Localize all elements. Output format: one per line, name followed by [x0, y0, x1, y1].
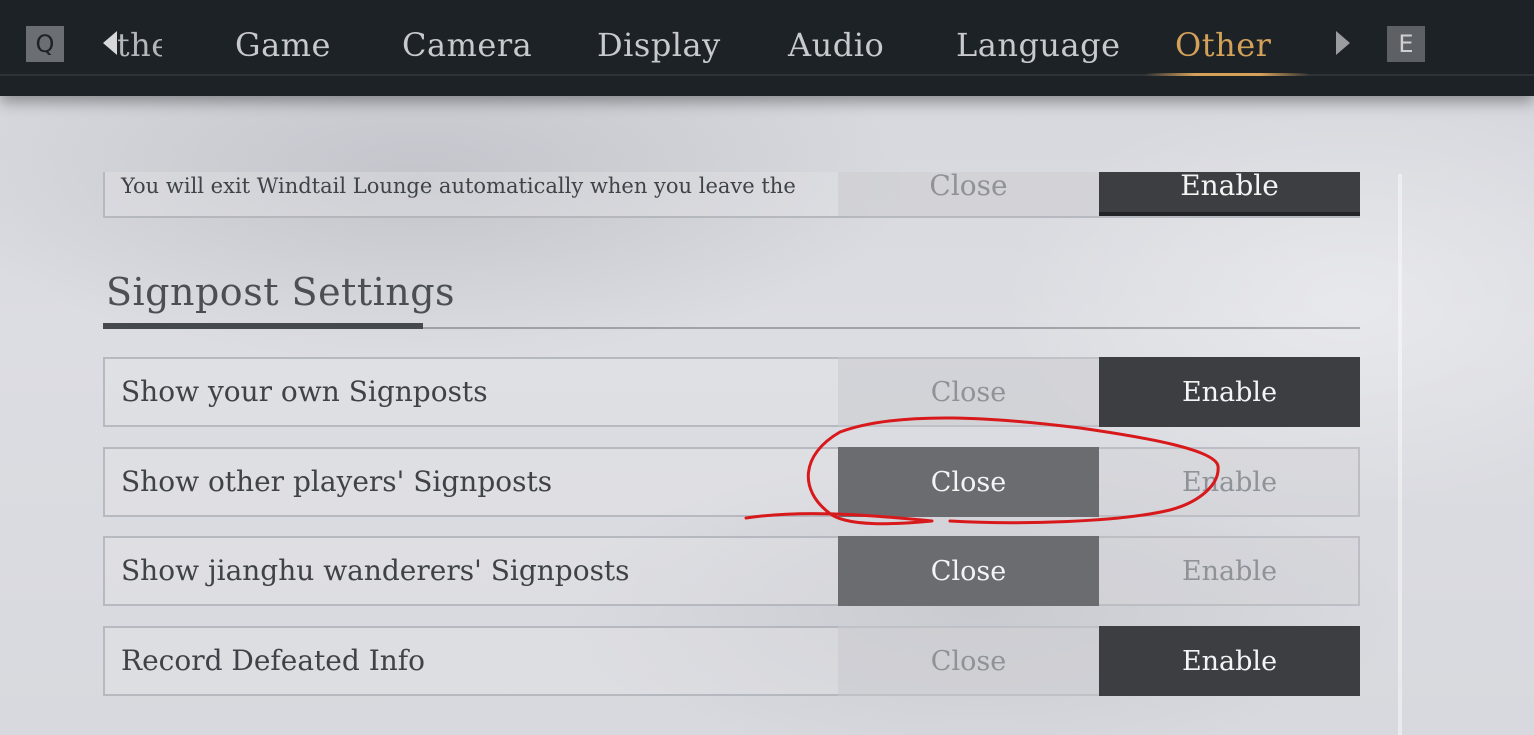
chevron-right-icon[interactable] — [1333, 28, 1353, 58]
setting-row-other-players-signposts: Show other players' Signposts Close Enab… — [103, 447, 1360, 517]
setting-row-windtail-lounge: You will exit Windtail Lounge automatica… — [103, 172, 1360, 218]
enable-option-button[interactable]: Enable — [1099, 172, 1360, 216]
enable-option-button[interactable]: Enable — [1099, 536, 1360, 606]
section-title-underline — [103, 323, 423, 329]
close-option-button[interactable]: Close — [838, 447, 1099, 517]
chevron-left-icon[interactable] — [100, 28, 120, 58]
close-option-button[interactable]: Close — [838, 626, 1099, 696]
tab-camera[interactable]: Camera — [402, 20, 532, 70]
setting-row-record-defeated-info: Record Defeated Info Close Enable — [103, 626, 1360, 696]
tab-game[interactable]: Game — [235, 20, 331, 70]
active-tab-indicator — [1145, 73, 1310, 76]
setting-label: Show jianghu wanderers' Signposts — [121, 554, 630, 587]
setting-label: Show your own Signposts — [121, 375, 488, 408]
top-nav-bar: Q Other Game Camera Display Audio Langua… — [0, 0, 1534, 96]
setting-label: You will exit Windtail Lounge automatica… — [121, 174, 796, 198]
close-option-button[interactable]: Close — [838, 357, 1099, 427]
tab-language[interactable]: Language — [956, 20, 1121, 70]
section-title: Signpost Settings — [106, 270, 456, 314]
setting-label: Record Defeated Info — [121, 644, 426, 677]
setting-label: Show other players' Signposts — [121, 465, 553, 498]
tab-previous-partial[interactable]: Other — [118, 20, 162, 70]
setting-row-own-signposts: Show your own Signposts Close Enable — [103, 357, 1360, 427]
tab-previous-partial-label: Other — [118, 26, 162, 64]
scrollbar-track[interactable] — [1398, 174, 1402, 735]
tab-display[interactable]: Display — [597, 20, 721, 70]
tab-other[interactable]: Other — [1175, 20, 1271, 70]
enable-option-button[interactable]: Enable — [1099, 447, 1360, 517]
enable-option-button[interactable]: Enable — [1099, 357, 1360, 427]
setting-row-wanderers-signposts: Show jianghu wanderers' Signposts Close … — [103, 536, 1360, 606]
close-option-button[interactable]: Close — [838, 172, 1099, 216]
close-option-button[interactable]: Close — [838, 536, 1099, 606]
tab-audio[interactable]: Audio — [788, 20, 884, 70]
next-tab-key[interactable]: E — [1387, 26, 1425, 62]
prev-tab-key[interactable]: Q — [26, 26, 64, 62]
enable-option-button[interactable]: Enable — [1099, 626, 1360, 696]
